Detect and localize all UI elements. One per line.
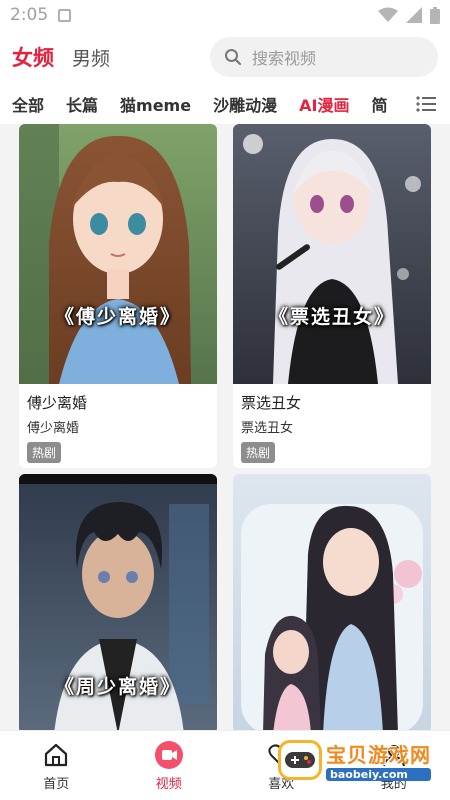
- watermark-text: 宝贝游戏网: [326, 743, 431, 767]
- top-header: 女频 男频 搜索视频: [0, 30, 450, 84]
- category-cat-meme[interactable]: 猫meme: [120, 92, 191, 116]
- card-cover: 《周少离婚》: [19, 474, 217, 730]
- cover-image: [19, 124, 217, 384]
- status-icons: [378, 6, 440, 24]
- cover-image: [233, 474, 431, 730]
- signal-icon: [406, 7, 422, 23]
- category-long[interactable]: 长篇: [66, 92, 98, 116]
- video-card[interactable]: 《周少离婚》: [19, 474, 217, 730]
- category-tabs: 全部 长篇 猫meme 沙雕动漫 AI漫画 简: [0, 84, 450, 124]
- card-subtitle: 傅少离婚: [27, 421, 80, 436]
- card-cover: 《票选丑女》: [233, 124, 431, 384]
- card-cover: [233, 474, 431, 730]
- gamepad-icon: [278, 740, 322, 780]
- nav-label: 首页: [43, 776, 70, 792]
- tab-male[interactable]: 男频: [72, 44, 110, 71]
- category-jian[interactable]: 简: [371, 92, 387, 116]
- card-cover: 《傅少离婚》: [19, 124, 217, 384]
- video-grid: 《傅少离婚》 傅少离婚 傅少离婚 热剧 《票选丑女》 票选丑女 票选丑女 热剧 …: [0, 124, 450, 730]
- search-placeholder: 搜索视频: [252, 49, 317, 68]
- category-ai-comic[interactable]: AI漫画: [299, 92, 349, 116]
- status-badge: 热剧: [27, 442, 62, 463]
- tab-female[interactable]: 女频: [12, 42, 54, 72]
- list-menu-icon: [416, 96, 436, 112]
- video-card[interactable]: [233, 474, 431, 730]
- search-icon: [225, 49, 242, 66]
- card-title: 票选丑女: [241, 394, 302, 412]
- battery-icon: [430, 6, 440, 24]
- nav-label: 视频: [155, 776, 182, 792]
- card-title: 傅少离婚: [27, 394, 88, 412]
- card-info: 票选丑女 票选丑女 热剧: [233, 384, 431, 468]
- video-card[interactable]: 《票选丑女》 票选丑女 票选丑女 热剧: [233, 124, 431, 468]
- cover-title: 《票选丑女》: [268, 306, 395, 328]
- card-info: 傅少离婚 傅少离婚 热剧: [19, 384, 217, 468]
- watermark-url: baobeiy.com: [326, 768, 431, 781]
- status-badge: 热剧: [241, 442, 276, 463]
- search-input[interactable]: 搜索视频: [210, 37, 438, 77]
- nav-video[interactable]: 视频: [113, 731, 226, 800]
- home-icon: [43, 740, 69, 770]
- watermark: 宝贝游戏网 baobeiy.com: [278, 732, 444, 788]
- wifi-icon: [378, 7, 398, 22]
- nav-home[interactable]: 首页: [0, 731, 113, 800]
- category-funny-anime[interactable]: 沙雕动漫: [213, 92, 277, 116]
- video-icon: [154, 740, 184, 770]
- status-bar: 2:05: [0, 0, 450, 30]
- cover-title: 《傅少离婚》: [54, 306, 181, 328]
- category-all[interactable]: 全部: [12, 92, 44, 116]
- card-subtitle: 票选丑女: [241, 421, 294, 436]
- status-time: 2:05: [10, 5, 49, 25]
- cover-image: [233, 124, 431, 384]
- video-card[interactable]: 《傅少离婚》 傅少离婚 傅少离婚 热剧: [19, 124, 217, 468]
- cover-title: 《周少离婚》: [54, 676, 181, 698]
- category-menu-button[interactable]: [400, 84, 450, 124]
- notification-icon: [58, 8, 72, 22]
